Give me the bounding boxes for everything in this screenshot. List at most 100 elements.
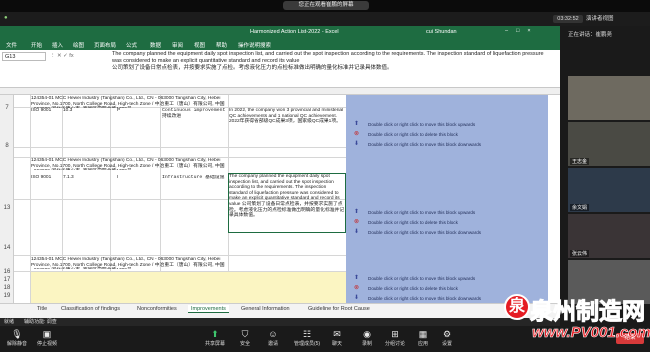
delete-hint: Double click or right click to delete th… (368, 286, 458, 291)
participant-video[interactable]: 王志金 (568, 122, 650, 166)
watermark-title: 泉州制造网 (530, 299, 646, 326)
status-ready: 就绪 (4, 319, 15, 325)
participant-name: 张云伟 (570, 250, 590, 257)
unmute-button[interactable]: 🎙 解除静音 (2, 328, 32, 347)
company-cell[interactable]: 124354-01 MCC Hewei Industry (Tangshan) … (31, 96, 227, 108)
participant-video[interactable]: 张云伟 (568, 214, 650, 258)
shield-icon[interactable]: ● (4, 15, 13, 23)
user-name[interactable]: cui Shundan (426, 29, 457, 35)
arrow-down-icon[interactable]: ⬇ (354, 228, 359, 235)
formula-text-en: The company planned the equipment daily … (112, 51, 544, 64)
standard-cell[interactable]: ISO 9001 (31, 175, 61, 181)
toolbar-label: 设置 (441, 341, 452, 347)
invite-button[interactable]: ☺ 邀请 (258, 328, 288, 347)
rooms-icon: ⊞ (391, 329, 399, 339)
arrow-down-icon[interactable]: ⬇ (354, 294, 359, 301)
delete-hint: Double click or right click to delete th… (368, 220, 458, 225)
arrow-up-icon[interactable]: ⬆ (354, 120, 359, 127)
accessibility-status[interactable]: 辅助功能: 调查 (24, 318, 57, 326)
participant-name: 王志金 (570, 158, 590, 165)
menu-file[interactable]: 文件 (6, 41, 17, 49)
chat-icon: ✉ (333, 329, 341, 339)
formula-bar: G13 ⋮ ✕ ✓ fx The company planned the equ… (0, 50, 560, 88)
delete-icon[interactable]: ⊗ (354, 218, 359, 225)
move-down-hint: Double click or right click to move this… (368, 230, 482, 235)
tab-improvements[interactable]: Improvements (188, 305, 229, 313)
highlight-row[interactable] (31, 272, 346, 303)
block-action-pane[interactable]: ⬆ Double click or right click to move th… (346, 95, 548, 303)
clause-cell[interactable]: 10.3 (63, 108, 109, 114)
tab-title[interactable]: Title (34, 305, 50, 313)
tab-nonconformities[interactable]: Nonconformities (134, 305, 180, 313)
menu-insert[interactable]: 插入 (52, 41, 63, 49)
description-cell[interactable]: In 2022, the company won 3 provincial an… (229, 108, 345, 146)
toolbar-label: 安全 (239, 341, 250, 347)
move-down-hint: Double click or right click to move this… (368, 142, 482, 147)
formula-input[interactable]: The company planned the equipment daily … (112, 51, 548, 72)
excel-window: Harmonized Action List-2022 - Excel cui … (0, 26, 560, 318)
toolbar-label: 应用 (417, 341, 428, 347)
delete-icon[interactable]: ⊗ (354, 284, 359, 291)
menu-search[interactable]: 操作说明搜索 (238, 41, 271, 49)
arrow-up-icon[interactable]: ⬆ (354, 274, 359, 281)
toolbar-label: 管理成员(5) (293, 341, 321, 347)
speaker-view-button[interactable]: 演讲者视图 (586, 15, 642, 23)
tab-guideline[interactable]: Guideline for Root Cause (305, 305, 373, 313)
tab-classification[interactable]: Classification of findings (58, 305, 123, 313)
settings-icon: ⚙ (442, 329, 452, 339)
type-cell[interactable]: P (117, 108, 129, 114)
breakout-button[interactable]: ⊞ 分组讨论 (380, 328, 410, 347)
clause-cell[interactable]: 7.1.3 (63, 175, 109, 181)
menu-page-layout[interactable]: 页面布局 (94, 41, 116, 49)
video-icon: ▣ (42, 329, 52, 339)
menu-draw[interactable]: 绘图 (73, 41, 84, 49)
menu-help[interactable]: 帮助 (216, 41, 227, 49)
chat-button[interactable]: ✉ 聊天 (322, 328, 352, 347)
toolbar-label: 分组讨论 (384, 341, 405, 347)
menu-formulas[interactable]: 公式 (126, 41, 137, 49)
sheet-grid[interactable]: 7 8 13 14 16 17 18 19 124354-01 MCC Hewe… (0, 95, 560, 303)
delete-icon[interactable]: ⊗ (354, 130, 359, 137)
share-screen-button[interactable]: ⬆ 共享屏幕 (200, 328, 230, 347)
fx-icon[interactable]: ⋮ ✕ ✓ fx (50, 52, 110, 61)
row-number: 16 (3, 269, 11, 275)
column-header (0, 88, 560, 95)
arrow-up-icon[interactable]: ⬆ (354, 208, 359, 215)
menu-review[interactable]: 审阅 (172, 41, 183, 49)
delete-hint: Double click or right click to delete th… (368, 132, 458, 137)
tab-general-information[interactable]: General Information (238, 305, 293, 313)
screen-share-banner[interactable]: 您正在观看崔鹏的屏幕 (283, 1, 369, 10)
active-speaker-video[interactable] (568, 76, 650, 120)
now-speaking-label: 正在讲话：崔鹏尧 (568, 32, 613, 38)
menu-view[interactable]: 视图 (194, 41, 205, 49)
company-cell[interactable]: 124354-01 MCC Hewei Industry (Tangshan) … (31, 257, 227, 269)
menu-data[interactable]: 数据 (150, 41, 161, 49)
toolbar-label: 邀请 (267, 341, 278, 347)
window-controls-icon[interactable]: –□× (505, 28, 539, 34)
standard-cell[interactable]: ISO 9001 (31, 108, 61, 114)
toolbar-label: 解除静音 (6, 341, 27, 347)
security-button[interactable]: ⛉ 安全 (230, 328, 260, 347)
type-cell[interactable]: I (117, 175, 129, 181)
category-cell[interactable]: Infrastructure 基础设施 (162, 175, 226, 181)
menu-home[interactable]: 开始 (31, 41, 42, 49)
meeting-header: ● 03:32:52 演讲者视图 (0, 12, 650, 26)
name-box[interactable]: G13 (2, 52, 46, 61)
stop-video-button[interactable]: ▣ 停止视频 (32, 328, 62, 347)
participants-button[interactable]: ☷ 管理成员(5) (288, 328, 326, 347)
participant-video[interactable]: 余文娟 (568, 168, 650, 212)
ribbon-menu: 文件 开始 插入 绘图 页面布局 公式 数据 审阅 视图 帮助 操作说明搜索 (0, 39, 560, 50)
grid-line (14, 147, 346, 148)
record-button[interactable]: ◉ 录制 (352, 328, 382, 347)
description-cell-selected[interactable]: The company planned the equipment daily … (228, 173, 346, 233)
company-cell[interactable]: 124354-01 MCC Hewei Industry (Tangshan) … (31, 158, 227, 170)
settings-button[interactable]: ⚙ 设置 (432, 328, 462, 347)
move-up-hint: Double click or right click to move this… (368, 276, 476, 281)
arrow-down-icon[interactable]: ⬇ (354, 140, 359, 147)
watermark-url: www.PV001.com (532, 324, 650, 342)
category-cell[interactable]: Continuous improvement 持续改进 (162, 108, 226, 119)
watermark: 泉 泉州制造网 www.PV001.com (500, 290, 650, 352)
move-up-hint: Double click or right click to move this… (368, 210, 476, 215)
row-number: 13 (3, 205, 11, 211)
row-number: 18 (3, 285, 11, 291)
